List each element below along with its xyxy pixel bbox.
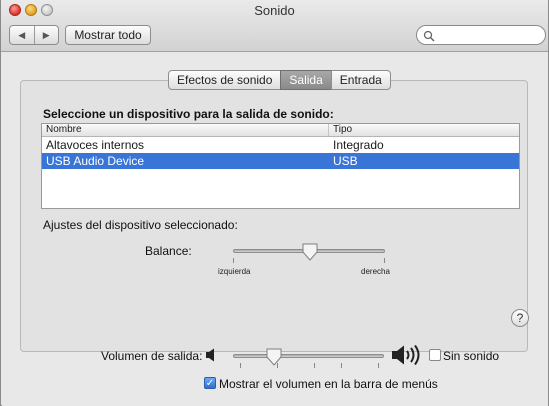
device-select-heading: Seleccione un dispositivo para la salida…: [43, 107, 334, 121]
checkmark-icon: ✓: [205, 377, 215, 389]
forward-icon[interactable]: ▶: [35, 26, 59, 44]
volume-tick: [378, 363, 379, 368]
window-title: Sonido: [254, 3, 295, 18]
device-type: Integrado: [333, 138, 384, 152]
volume-tick: [240, 363, 241, 368]
preferences-window: Sonido ◀ ▶ Mostrar todo Efectos de sonid…: [0, 0, 549, 406]
table-row-selected[interactable]: USB Audio Device USB: [42, 153, 519, 169]
table-row[interactable]: Altavoces internos Integrado: [42, 137, 519, 153]
device-settings-heading: Ajustes del dispositivo seleccionado:: [43, 218, 238, 232]
volume-tick: [341, 363, 342, 368]
show-volume-menubar-label: Mostrar el volumen en la barra de menús: [219, 377, 438, 391]
tab-input[interactable]: Entrada: [330, 70, 391, 90]
volume-tick: [314, 363, 315, 368]
search-field[interactable]: [416, 25, 546, 45]
volume-slider-knob[interactable]: [266, 348, 282, 366]
tab-bar: Efectos de sonido Salida Entrada: [168, 70, 391, 90]
back-forward-control: ◀ ▶: [9, 25, 59, 45]
device-name: Altavoces internos: [46, 138, 145, 152]
balance-label: Balance:: [145, 244, 192, 258]
device-table: Nombre Tipo Altavoces internos Integrado…: [41, 123, 520, 209]
balance-left-label: izquierda: [218, 267, 251, 276]
tab-sound-effects[interactable]: Efectos de sonido: [168, 70, 282, 90]
volume-slider[interactable]: [233, 354, 384, 358]
device-name: USB Audio Device: [46, 154, 145, 168]
back-icon[interactable]: ◀: [10, 26, 35, 44]
speaker-high-icon: [392, 344, 420, 366]
mute-checkbox[interactable]: [429, 349, 441, 361]
balance-right-label: derecha: [361, 267, 390, 276]
mute-label: Sin sonido: [443, 349, 500, 363]
search-icon: [423, 30, 435, 42]
balance-tick-right: [384, 258, 385, 263]
table-header: Nombre Tipo: [42, 124, 519, 137]
balance-tick-left: [233, 258, 234, 263]
device-type: USB: [333, 154, 358, 168]
show-volume-menubar-checkbox[interactable]: ✓: [204, 377, 216, 389]
output-volume-label: Volumen de salida:: [101, 349, 203, 363]
column-header-name[interactable]: Nombre: [42, 124, 329, 136]
speaker-low-icon: [206, 348, 214, 362]
title-bar: Sonido ◀ ▶ Mostrar todo: [1, 0, 548, 52]
column-header-type[interactable]: Tipo: [329, 124, 519, 136]
tab-output[interactable]: Salida: [280, 70, 332, 90]
show-all-button[interactable]: Mostrar todo: [65, 25, 151, 45]
balance-slider-knob[interactable]: [302, 243, 318, 261]
help-button[interactable]: ?: [511, 309, 529, 327]
